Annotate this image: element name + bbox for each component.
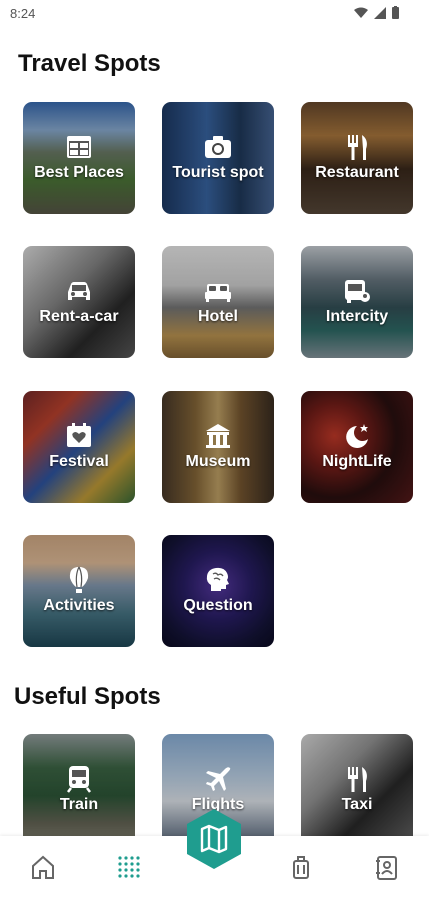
tile-festival[interactable]: Festival [23,391,135,503]
tile-label: Intercity [325,308,389,325]
tile-label: NightLife [322,453,392,470]
tile-label: Question [183,597,253,614]
brain-icon [206,567,229,591]
signal-icon [374,6,386,19]
tile-taxi[interactable]: Taxi [301,734,413,846]
status-bar: 8:24 [0,0,429,26]
travel-spots-title: Travel Spots [18,50,161,77]
tile-label: Activities [43,597,115,614]
bus-icon [345,280,370,303]
luggage-icon[interactable] [286,852,316,882]
tile-restaurant[interactable]: Restaurant [301,102,413,214]
wifi-icon [354,7,368,18]
tile-intercity[interactable]: Intercity [301,246,413,358]
airplane-icon [206,767,231,791]
home-icon[interactable] [28,852,58,882]
contact-card-icon[interactable] [372,852,402,882]
tile-question[interactable]: Question [162,535,274,647]
tile-activities[interactable]: Activities [23,535,135,647]
status-time: 8:24 [10,6,36,21]
tile-nightlife[interactable]: NightLife [301,391,413,503]
tile-tourist-spot[interactable]: Tourist spot [162,102,274,214]
tile-label: Best Places [34,164,124,181]
tile-label: Hotel [198,308,238,325]
train-icon [67,766,91,793]
tile-rent-a-car[interactable]: Rent-a-car [23,246,135,358]
fork-knife-icon [348,135,367,160]
tile-label: Taxi [341,796,373,813]
grid-dots-icon[interactable] [114,852,144,882]
tile-label: Festival [49,453,109,470]
tile-label: Train [59,796,99,813]
bed-icon [205,284,231,302]
tile-label: Rent-a-car [39,308,119,325]
map-button[interactable] [185,808,243,870]
tile-label: Museum [185,453,251,470]
hot-air-balloon-icon [69,566,89,593]
battery-icon [392,6,399,19]
calendar-grid-icon [67,136,91,158]
heart-calendar-icon [67,423,91,447]
fork-knife-icon [348,767,367,792]
tile-label: Tourist spot [172,164,264,181]
tile-hotel[interactable]: Hotel [162,246,274,358]
tile-train[interactable]: Train [23,734,135,846]
moon-star-icon [346,424,368,448]
camera-icon [205,136,231,158]
status-icons [354,6,399,19]
tile-museum[interactable]: Museum [162,391,274,503]
useful-spots-title: Useful Spots [14,683,161,710]
tile-best-places[interactable]: Best Places [23,102,135,214]
tile-label: Restaurant [315,164,399,181]
museum-icon [206,424,230,448]
car-icon [68,282,90,300]
